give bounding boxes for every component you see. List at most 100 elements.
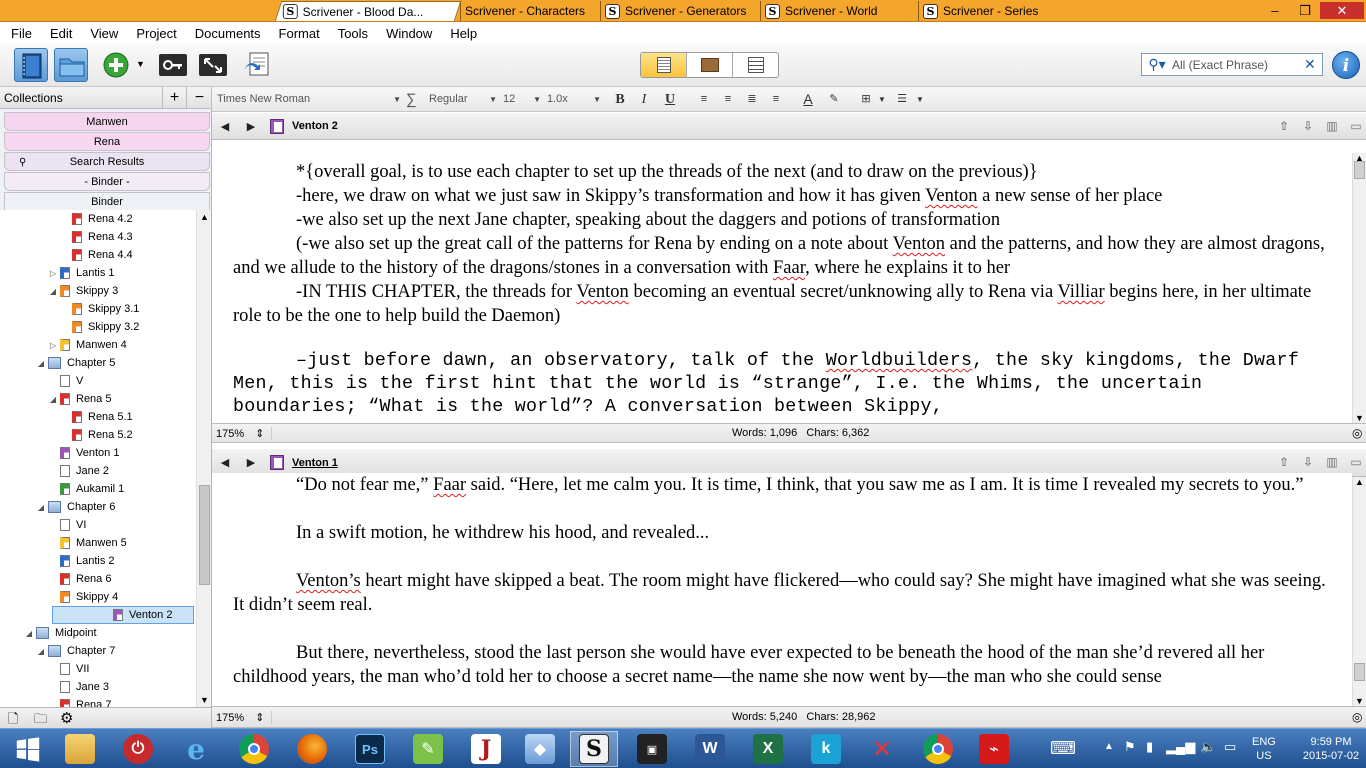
binder-item[interactable]: VII [0,660,89,678]
disclosure-arrow-icon[interactable]: ◢ [36,647,46,656]
disclosure-arrow-icon[interactable]: ◢ [36,359,46,368]
taskbar-command-prompt[interactable]: ▣ [628,731,676,767]
taskbar-app-j[interactable]: J [462,731,510,767]
binder-item[interactable]: Rena 7 [0,696,111,707]
add-collection-button[interactable]: + [162,87,186,108]
binder-item[interactable]: Skippy 3.2 [0,318,139,336]
taskbar-notepad-plus[interactable]: ✎ [404,731,452,767]
keyboard-icon[interactable]: ⌨ [1050,738,1076,759]
disclosure-arrow-icon[interactable]: ▷ [48,269,58,278]
chevron-up-icon[interactable]: ▲ [1104,741,1114,752]
disclosure-arrow-icon[interactable]: ▷ [48,341,58,350]
scroll-down-icon[interactable]: ▼ [200,695,209,705]
font-style-select[interactable]: Regular ▼ [428,90,498,108]
binder-item[interactable]: Jane 3 [0,678,109,696]
menu-documents[interactable]: Documents [184,26,268,41]
taskbar-chrome[interactable] [230,731,278,767]
scrivenings-view-button[interactable] [641,53,687,77]
binder-toggle-button[interactable] [14,48,48,82]
chevron-down-icon[interactable]: ▼ [910,90,930,109]
collection-tab-binder-alt[interactable]: - Binder - [4,172,210,191]
keywords-button[interactable] [156,48,190,82]
inspector-toggle-button[interactable] [54,48,88,82]
taskbar-virtualbox[interactable]: ◆ [516,731,564,767]
italic-button[interactable]: I [634,90,654,109]
display-icon[interactable]: ▭ [1224,739,1236,755]
inspector-info-button[interactable]: i [1332,51,1360,79]
collection-tab-search-results[interactable]: ⚲ Search Results [4,152,210,171]
binder-item[interactable]: ▷ Lantis 1 [0,264,115,282]
binder-item[interactable]: Lantis 2 [0,552,115,570]
editor-top-text[interactable]: *{overall goal, is to use each chapter t… [212,160,1352,418]
binder-item[interactable]: Rena 5.1 [0,408,133,426]
taskbar-power[interactable]: ⏻ [114,731,162,767]
target-icon[interactable]: ◎ [1352,710,1362,724]
binder-item[interactable]: Venton 2 [52,606,194,624]
align-justify-icon[interactable]: ≣ [742,90,762,109]
editor-bottom-scrollbar[interactable]: ▲ ▼ [1352,477,1366,706]
taskbar-chrome-2[interactable] [914,731,962,767]
taskbar-internet-explorer[interactable]: e [172,731,220,767]
forward-arrow-icon[interactable]: ▶ [238,120,264,133]
taskbar-file-explorer[interactable] [56,731,104,767]
scrollbar-thumb[interactable] [199,485,210,585]
chevron-down-icon[interactable]: ▼ [872,90,892,109]
menu-view[interactable]: View [79,26,125,41]
close-split-icon[interactable]: ▭ [1348,119,1364,135]
scroll-up-icon[interactable]: ▲ [1355,477,1364,487]
menu-help[interactable]: Help [439,26,484,41]
binder-scrollbar[interactable]: ▲ ▼ [196,210,211,707]
binder-item[interactable]: ◢ Chapter 6 [0,498,115,516]
binder-item[interactable]: Aukamil 1 [0,480,124,498]
disclosure-arrow-icon[interactable]: ◢ [24,629,34,638]
action-center-icon[interactable]: ⚑ [1124,739,1136,755]
arrow-up-icon[interactable]: ⇧ [1276,119,1292,135]
menu-project[interactable]: Project [125,26,183,41]
outliner-view-button[interactable] [733,53,778,77]
minimize-button[interactable]: – [1262,2,1288,19]
font-family-select[interactable]: Times New Roman ▼ [216,90,402,108]
binder-item[interactable]: Rena 4.2 [0,210,133,228]
binder-item[interactable]: Venton 1 [0,444,119,462]
back-arrow-icon[interactable]: ◀ [212,120,238,133]
disclosure-arrow-icon[interactable]: ◢ [48,287,58,296]
target-icon[interactable]: ◎ [1352,426,1362,440]
volume-icon[interactable]: 🔈 [1200,739,1216,755]
scroll-down-icon[interactable]: ▼ [1355,696,1364,706]
arrow-up-icon[interactable]: ⇧ [1276,455,1292,471]
taskbar-app-k[interactable]: k [802,731,850,767]
start-button[interactable] [4,731,52,767]
zoom-select[interactable]: 175% ⇕ [212,710,272,724]
binder-item[interactable]: Rena 4.4 [0,246,133,264]
arrow-down-icon[interactable]: ⇩ [1300,119,1316,135]
add-document-button[interactable] [100,48,134,82]
taskbar-firefox[interactable] [288,731,336,767]
remove-collection-button[interactable]: − [186,87,212,108]
split-view-icon[interactable]: ▥ [1324,455,1340,471]
window-tab-series[interactable]: S Scrivener - Series [918,1,1068,21]
taskbar-acrobat[interactable]: ⌁ [970,731,1018,767]
underline-button[interactable]: U [660,90,680,109]
binder-item[interactable]: ◢ Chapter 7 [0,642,115,660]
editor-bottom-text[interactable]: “Do not fear me,” Faar said. “Here, let … [212,473,1352,706]
add-dropdown-caret-icon[interactable]: ▼ [136,59,145,69]
scroll-up-icon[interactable]: ▲ [200,212,209,222]
binder-item[interactable]: Skippy 4 [0,588,118,606]
binder-item[interactable]: Rena 4.3 [0,228,133,246]
scrollbar-thumb[interactable] [1354,161,1365,179]
collection-tab-manwen[interactable]: Manwen [4,112,210,131]
window-tab-characters[interactable]: Scrivener - Characters [460,1,600,21]
menu-window[interactable]: Window [375,26,439,41]
binder-item[interactable]: Rena 5.2 [0,426,133,444]
compile-button[interactable] [240,48,274,82]
binder-item[interactable]: ◢ Skippy 3 [0,282,118,300]
disclosure-arrow-icon[interactable]: ◢ [36,503,46,512]
close-button[interactable]: ✕ [1320,2,1364,19]
window-tab-blood-daemon[interactable]: S Scrivener - Blood Da... [274,1,462,21]
binder-item[interactable]: Rena 6 [0,570,111,588]
font-panel-icon[interactable]: ∑ [406,90,417,108]
font-color-button[interactable]: A [798,90,818,109]
taskbar-scrivener[interactable]: S [570,731,618,767]
clock[interactable]: 9:59 PM 2015-07-02 [1302,735,1360,763]
forward-arrow-icon[interactable]: ▶ [238,456,264,469]
